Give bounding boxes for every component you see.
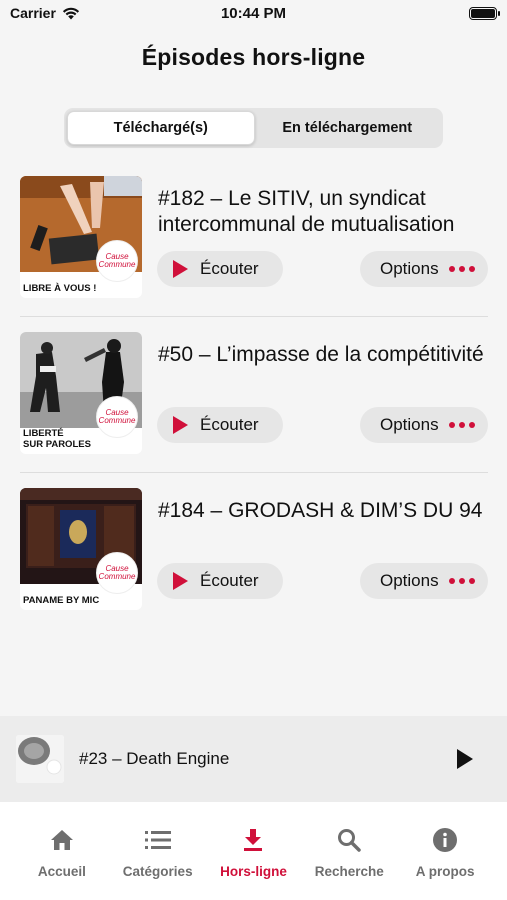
episode-title[interactable]: #50 – L’impasse de la compétitivité [158,342,488,368]
status-time: 10:44 PM [220,5,287,22]
tab-label: Accueil [37,864,86,879]
list-icon [144,826,172,854]
episode-row[interactable]: Cause Commune LIBERTÉ SUR PAROLES #50 – … [20,332,488,458]
tab-recherche[interactable]: Recherche [301,826,397,900]
segment-downloading[interactable]: En téléchargement [255,111,441,145]
more-icon [448,422,475,428]
tab-hors-ligne[interactable]: Hors-ligne [206,826,302,900]
tab-label: A propos [415,864,475,879]
station-logo: Cause Commune [96,552,138,594]
mini-player-title: #23 – Death Engine [79,749,230,768]
tab-accueil[interactable]: Accueil [14,826,110,900]
mini-player[interactable]: #23 – Death Engine [0,716,507,802]
more-icon [448,578,475,584]
show-caption: PANAME BY MIC [23,595,100,606]
segment-downloaded[interactable]: Téléchargé(s) [67,111,255,145]
more-icon [448,266,475,272]
play-icon [173,260,188,278]
listen-label: Écouter [200,259,259,278]
options-button[interactable]: Options [360,407,488,443]
episode-artwork: Cause Commune LIBRE À VOUS ! [20,176,142,298]
show-caption: LIBRE À VOUS ! [23,283,97,294]
download-icon [239,826,267,854]
options-label: Options [380,415,439,434]
info-icon [431,826,459,854]
download-segmented-control: Téléchargé(s) En téléchargement [64,108,443,148]
episode-row[interactable]: Cause Commune PANAME BY MIC #184 – GRODA… [20,488,488,614]
row-divider [20,316,488,317]
episode-title[interactable]: #184 – GRODASH & DIM’S DU 94 [158,498,488,524]
row-divider [20,472,488,473]
mini-player-play-icon[interactable] [457,749,473,769]
options-button[interactable]: Options [360,563,488,599]
play-icon [173,572,188,590]
episode-row[interactable]: Cause Commune LIBRE À VOUS ! #182 – Le S… [20,176,488,302]
station-logo: Cause Commune [96,396,138,438]
listen-button[interactable]: Écouter [157,407,283,443]
tab-label: Hors-ligne [220,864,287,879]
options-label: Options [380,259,439,278]
options-label: Options [380,571,439,590]
tab-label: Recherche [314,864,384,879]
episode-artwork: Cause Commune LIBERTÉ SUR PAROLES [20,332,142,454]
tab-bar: Accueil Catégories Hors-ligne Recherche … [0,802,507,900]
search-icon [335,826,363,854]
listen-button[interactable]: Écouter [157,251,283,287]
mini-player-photo [16,735,64,783]
home-icon [48,826,76,854]
play-icon [173,416,188,434]
episode-title[interactable]: #182 – Le SITIV, un syndicat intercommun… [158,186,488,238]
tab-label: Catégories [122,864,193,879]
listen-button[interactable]: Écouter [157,563,283,599]
page-title: Épisodes hors-ligne [141,44,366,70]
battery-icon [469,7,500,20]
show-caption: LIBERTÉ SUR PAROLES [23,428,91,450]
episode-artwork: Cause Commune PANAME BY MIC [20,488,142,610]
tab-a-propos[interactable]: A propos [397,826,493,900]
listen-label: Écouter [200,571,259,590]
status-bar: Carrier 10:44 PM [0,0,507,28]
mini-player-artwork [16,735,64,783]
listen-label: Écouter [200,415,259,434]
station-logo: Cause Commune [96,240,138,282]
options-button[interactable]: Options [360,251,488,287]
tab-categories[interactable]: Catégories [110,826,206,900]
